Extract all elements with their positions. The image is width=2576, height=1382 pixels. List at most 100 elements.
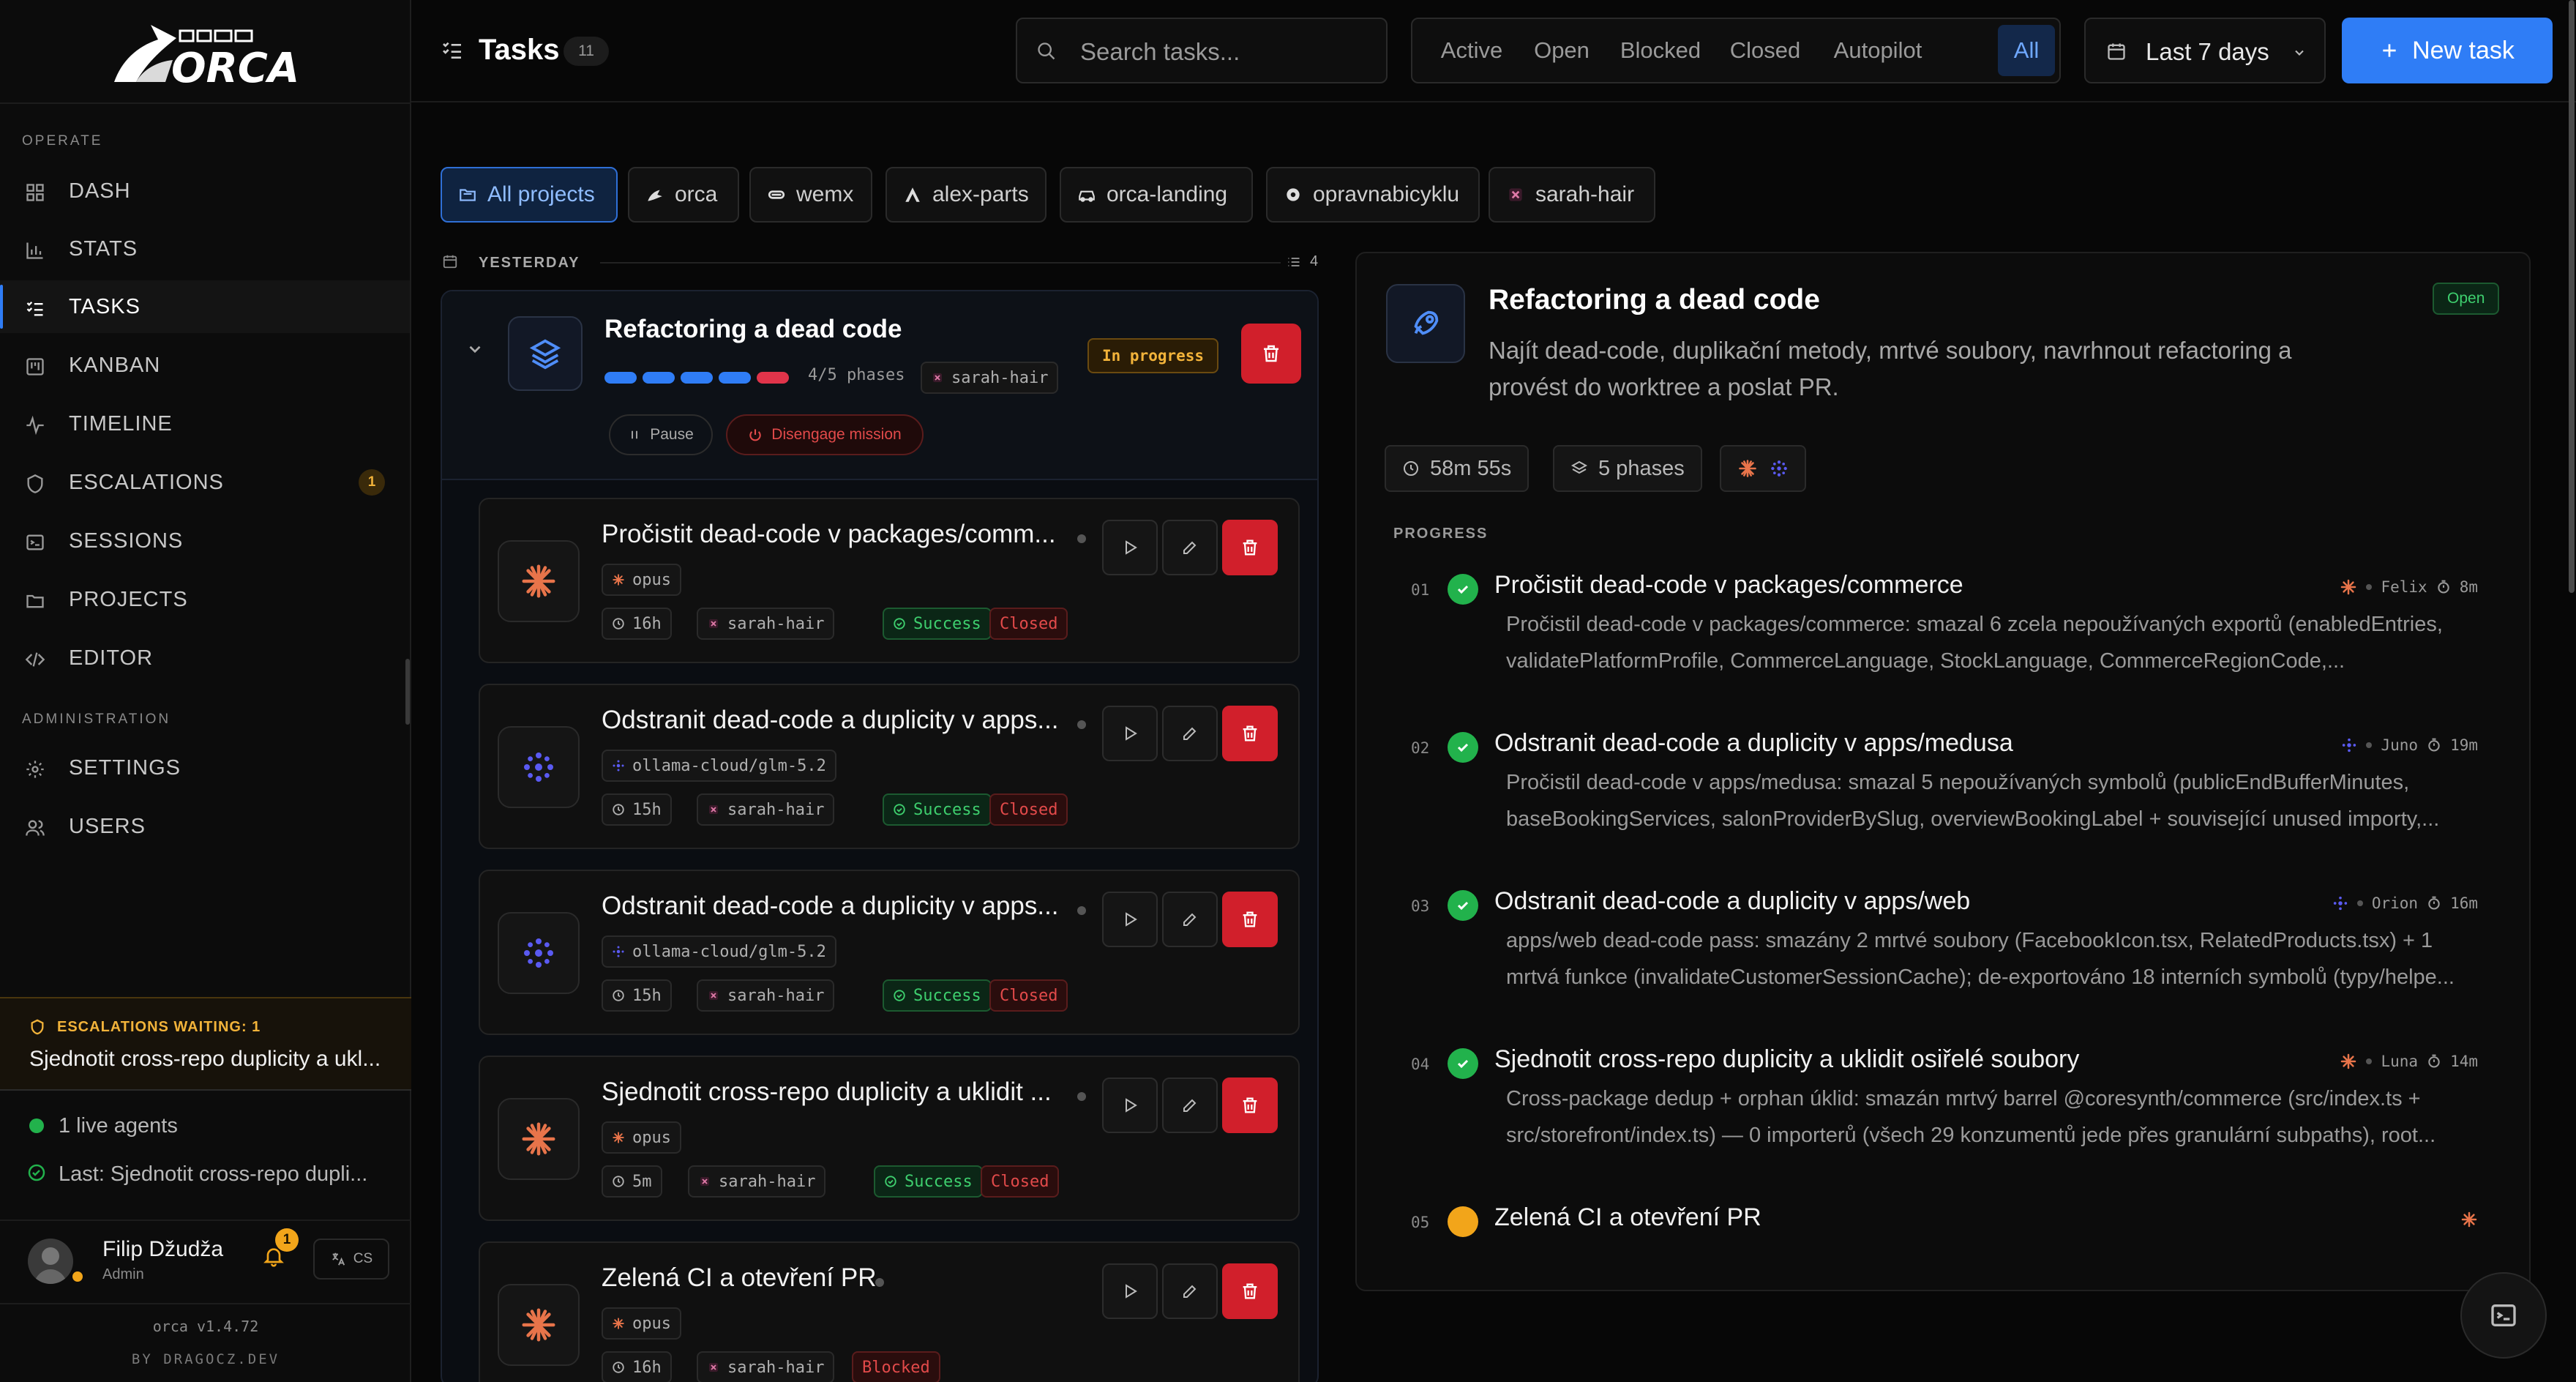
project-chip-alex-parts[interactable]: alex-parts <box>886 167 1046 223</box>
power-icon <box>748 427 763 442</box>
nav-label: PROJECTS <box>69 587 188 611</box>
sidebar-scrollbar[interactable] <box>405 659 410 725</box>
delete-button[interactable] <box>1222 892 1278 947</box>
avatar[interactable] <box>28 1239 73 1284</box>
task-detail-panel: Refactoring a dead code Open Najít dead-… <box>1355 252 2531 1291</box>
nav-item-users[interactable]: USERS <box>0 800 410 853</box>
shield-icon <box>25 474 45 494</box>
edit-button[interactable] <box>1162 892 1218 947</box>
task-card[interactable]: Odstranit dead-code a duplicity v apps..… <box>479 870 1300 1035</box>
filter-open[interactable]: Open <box>1524 18 1600 83</box>
check-circle-icon <box>893 617 906 630</box>
new-task-button[interactable]: New task <box>2342 18 2553 83</box>
run-button[interactable] <box>1102 520 1158 575</box>
step-number: 02 <box>1411 739 1430 757</box>
nav-item-editor[interactable]: EDITOR <box>0 632 410 684</box>
task-title: Sjednotit cross-repo duplicity a uklidit… <box>602 1077 1052 1106</box>
orca-logo[interactable]: ORCA <box>107 18 304 88</box>
project-chip-wemx[interactable]: wemx <box>749 167 872 223</box>
model-label: opus <box>632 1128 671 1147</box>
search-box[interactable]: Search tasks... <box>1016 18 1388 83</box>
step-meta: Felix 8m <box>2340 578 2478 596</box>
date-range-select[interactable]: Last 7 days <box>2084 18 2326 83</box>
edit-button[interactable] <box>1162 1263 1218 1319</box>
step-description: Pročistil dead-code v packages/commerce:… <box>1506 606 2487 679</box>
delete-button[interactable] <box>1222 706 1278 761</box>
task-card[interactable]: Sjednotit cross-repo duplicity a uklidit… <box>479 1056 1300 1221</box>
run-button[interactable] <box>1102 1077 1158 1133</box>
chevron-down-icon[interactable] <box>465 340 484 359</box>
nav-item-projects[interactable]: PROJECTS <box>0 573 410 626</box>
pause-button[interactable]: Pause <box>609 414 713 455</box>
result-tag: Success <box>874 1165 983 1198</box>
filter-autopilot[interactable]: Autopilot <box>1819 18 1936 83</box>
nav-item-dash[interactable]: DASH <box>0 165 410 217</box>
play-icon <box>1121 539 1139 556</box>
notification-badge: 1 <box>275 1228 299 1252</box>
chevron-down-icon <box>2292 45 2307 60</box>
project-label: sarah-hair <box>727 800 825 819</box>
task-card[interactable]: Zelená CI a otevření PR opus 16h sarah-h… <box>479 1241 1300 1382</box>
glm-dots-icon <box>612 759 625 772</box>
model-tag: opus <box>602 1307 681 1340</box>
terminal-icon <box>2489 1301 2518 1330</box>
link-icon <box>767 185 786 204</box>
activity-icon <box>25 415 45 436</box>
delete-button[interactable] <box>1222 1077 1278 1133</box>
task-card[interactable]: Odstranit dead-code a duplicity v apps..… <box>479 684 1300 849</box>
project-chip-opravnabicyklu[interactable]: opravnabicyklu <box>1266 167 1480 223</box>
clock-icon <box>612 989 625 1002</box>
step-desc-line: src/storefront/index.ts) — 0 importerů (… <box>1506 1124 2436 1147</box>
edit-button[interactable] <box>1162 520 1218 575</box>
result-label: Success <box>913 800 981 819</box>
check-circle-icon <box>1448 1048 1478 1079</box>
nav-item-timeline[interactable]: TIMELINE <box>0 397 410 450</box>
mission-delete-button[interactable] <box>1241 324 1301 384</box>
escalation-banner[interactable]: ESCALATIONS WAITING: 1 Sjednotit cross-r… <box>0 997 411 1091</box>
step-number: 04 <box>1411 1056 1430 1073</box>
nav-item-escalations[interactable]: ESCALATIONS 1 <box>0 456 410 509</box>
mission-project-tag[interactable]: sarah-hair <box>921 362 1059 394</box>
disengage-button[interactable]: Disengage mission <box>726 414 924 455</box>
mission-progress-bar <box>604 372 802 384</box>
user-role: Admin <box>102 1266 144 1282</box>
filter-active[interactable]: Active <box>1430 18 1513 83</box>
nav-item-settings[interactable]: SETTINGS <box>0 742 410 794</box>
nav-item-kanban[interactable]: KANBAN <box>0 339 410 392</box>
project-chip-sarah-hair[interactable]: sarah-hair <box>1489 167 1655 223</box>
delete-button[interactable] <box>1222 1263 1278 1319</box>
filter-all[interactable]: All <box>1998 25 2055 76</box>
task-title: Pročistit dead-code v packages/comm... <box>602 520 1056 548</box>
run-button[interactable] <box>1102 1263 1158 1319</box>
project-chip-all[interactable]: All projects <box>441 167 618 223</box>
nav-item-stats[interactable]: STATS <box>0 223 410 275</box>
folder-icon <box>25 591 45 611</box>
task-card[interactable]: Pročistit dead-code v packages/comm... o… <box>479 498 1300 663</box>
delete-button[interactable] <box>1222 520 1278 575</box>
search-input[interactable]: Search tasks... <box>1080 38 1240 66</box>
mission-title: Refactoring a dead code <box>604 315 902 343</box>
project-tag: sarah-hair <box>688 1165 826 1198</box>
page-scrollbar[interactable] <box>2569 0 2575 593</box>
language-toggle[interactable]: CS <box>313 1239 389 1280</box>
separator-dot <box>2356 900 2363 906</box>
duration-tag: 16h <box>602 608 672 640</box>
edit-button[interactable] <box>1162 1077 1218 1133</box>
filter-closed[interactable]: Closed <box>1721 18 1809 83</box>
filter-blocked[interactable]: Blocked <box>1610 18 1711 83</box>
nav-item-tasks[interactable]: TASKS <box>0 280 410 333</box>
project-chip-orca-landing[interactable]: orca-landing <box>1060 167 1253 223</box>
user-name: Filip Džudža <box>102 1237 224 1261</box>
edit-button[interactable] <box>1162 706 1218 761</box>
terminal-fab[interactable] <box>2460 1272 2547 1359</box>
trash-icon <box>1240 1095 1260 1116</box>
nav-item-sessions[interactable]: SESSIONS <box>0 515 410 567</box>
project-chip-orca[interactable]: orca <box>628 167 739 223</box>
task-title: Odstranit dead-code a duplicity v apps..… <box>602 706 1059 734</box>
run-button[interactable] <box>1102 706 1158 761</box>
run-button[interactable] <box>1102 892 1158 947</box>
clock-icon <box>612 1361 625 1374</box>
status-tag: Blocked <box>852 1351 940 1382</box>
nav-label: DASH <box>69 179 131 203</box>
trash-icon <box>1240 909 1260 930</box>
